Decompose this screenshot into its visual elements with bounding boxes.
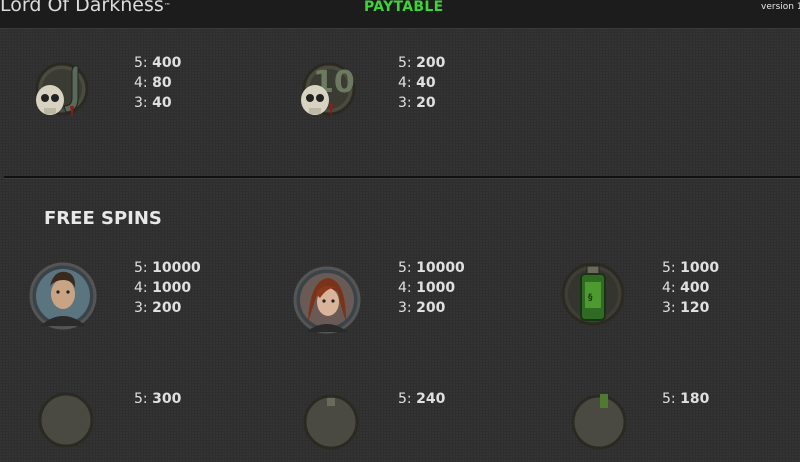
pay-row: 3: 120 <box>662 300 710 316</box>
paytable-values: 5: 10000 4: 1000 3: 200 <box>398 258 465 318</box>
pay-row: 5: 1000 <box>662 260 720 276</box>
pay-row: 5: 300 <box>134 391 182 407</box>
version-label: version 1 <box>761 2 800 12</box>
skull-j-icon <box>35 62 89 118</box>
section-divider <box>4 176 800 179</box>
pay-row: 4: 400 <box>662 280 710 296</box>
paytable-values: 5: 180 <box>662 389 709 409</box>
pay-row: 3: 40 <box>134 95 172 111</box>
pay-row: 3: 200 <box>398 300 446 316</box>
pay-row: 3: 200 <box>134 300 182 316</box>
svg-text:§: § <box>588 293 593 303</box>
pay-row: 5: 10000 <box>398 260 465 276</box>
game-title: Lord Of Darkness™ <box>0 0 171 16</box>
pay-row: 3: 20 <box>398 95 436 111</box>
paytable-title: PAYTABLE <box>364 0 444 15</box>
partial-symbol-icon <box>571 394 627 450</box>
paytable-values: 5: 10000 4: 1000 3: 200 <box>134 258 201 318</box>
partial-symbol-icon <box>38 392 94 448</box>
pay-row: 4: 40 <box>398 75 436 91</box>
skull-10-icon: 10 <box>301 62 356 118</box>
partial-symbol-icon <box>303 394 359 450</box>
potion-bottle-icon: § <box>561 262 625 326</box>
paytable-values: 5: 240 <box>398 389 445 409</box>
pay-row: 5: 180 <box>662 391 710 407</box>
pay-row: 4: 80 <box>134 75 172 91</box>
pay-row: 4: 1000 <box>134 280 192 296</box>
pay-row: 4: 1000 <box>398 280 456 296</box>
pay-row: 5: 10000 <box>134 260 201 276</box>
pay-row: 5: 200 <box>398 55 446 71</box>
paytable-values: 5: 400 4: 80 3: 40 <box>134 53 181 113</box>
pay-row: 5: 240 <box>398 391 446 407</box>
paytable-values: 5: 200 4: 40 3: 20 <box>398 53 445 113</box>
paytable-values: 5: 1000 4: 400 3: 120 <box>662 258 719 318</box>
free-spins-heading: FREE SPINS <box>44 208 162 229</box>
man-portrait-icon <box>29 262 97 330</box>
paytable-values: 5: 300 <box>134 389 181 409</box>
woman-portrait-icon <box>293 266 361 334</box>
header-bar: Lord Of Darkness™ PAYTABLE version 1 <box>0 0 800 29</box>
pay-row: 5: 400 <box>134 55 182 71</box>
